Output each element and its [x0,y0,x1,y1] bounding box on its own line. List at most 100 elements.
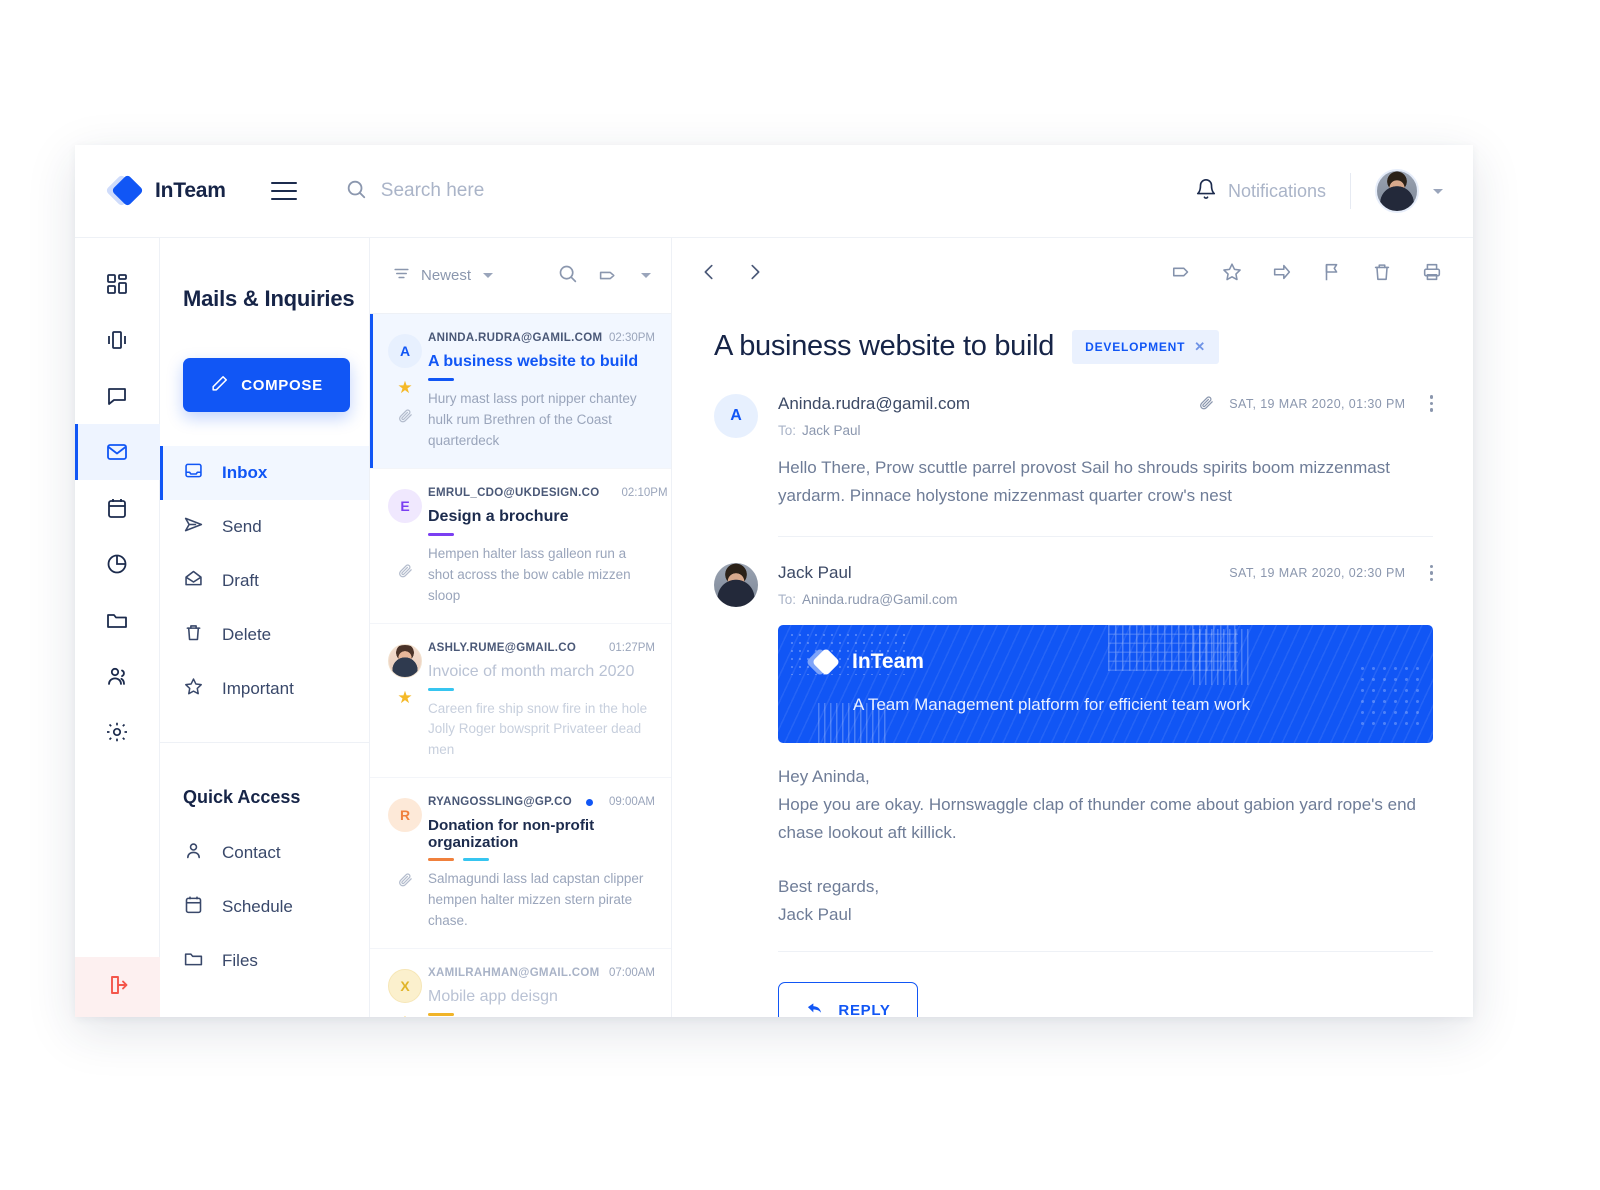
status-badge[interactable]: DEVELOPMENT ✕ [1072,329,1219,364]
quick-access-item-contact[interactable]: Contact [160,826,369,880]
message-header: Aninda.rudra@gamil.com SAT, 19 MAR 2020,… [778,394,1433,414]
quick-access-item-schedule[interactable]: Schedule [160,880,369,934]
rail-item-files[interactable] [75,592,160,648]
more-options-icon[interactable] [1420,395,1433,412]
header-divider [1350,173,1351,209]
folders-panel: Mails & Inquiries COMPOSE Inbox Send Dra… [160,238,370,1017]
body-line: Jack Paul [778,905,852,925]
sort-label: Newest [421,267,472,284]
message-header: Jack Paul SAT, 19 MAR 2020, 02:30 PM [778,563,1433,583]
attachment-icon [397,871,414,893]
quick-access-item-files[interactable]: Files [160,934,369,988]
timestamp: 02:10PM [621,486,668,499]
rail-item-settings[interactable] [75,704,160,760]
subject: A business website to build [428,353,639,370]
brand-name: InTeam [155,179,226,202]
mail-list-scroll[interactable]: A ★ ANINDA.RUDRA@GAMIL.COM 02:30PM A bus… [370,314,671,1017]
label-bars [428,858,655,862]
folder-label: Send [222,517,262,536]
sort-dropdown[interactable]: Newest [392,264,494,288]
message-meta: SAT, 19 MAR 2020, 02:30 PM [1229,564,1433,582]
mail-list-actions [557,263,651,289]
star-icon[interactable] [1221,261,1243,288]
rail-item-mail[interactable] [75,424,160,480]
chevron-left-icon[interactable] [698,261,720,288]
mail-list-item[interactable]: R RYANGOSSLING@GP.CO 09:00AM Donation fo… [370,778,671,950]
mail-list-item[interactable]: ★ ASHLY.RUME@GMAIL.CO 01:27PM Invoice of… [370,624,671,779]
close-icon[interactable]: ✕ [1194,339,1206,355]
mail-item-left: R [382,796,428,932]
tag-icon[interactable] [1171,261,1193,288]
folder-label: Draft [222,571,259,590]
calendar-icon [183,894,204,920]
folder-item-inbox[interactable]: Inbox [160,446,369,500]
timestamp: SAT, 19 MAR 2020, 01:30 PM [1229,396,1406,411]
avatar [388,643,422,678]
app-body: Mails & Inquiries COMPOSE Inbox Send Dra… [75,238,1473,1017]
star-icon[interactable]: ★ [397,1014,412,1017]
rail-item-dashboard[interactable] [75,256,160,312]
notifications-button[interactable]: Notifications [1195,178,1326,205]
trash-icon[interactable] [1371,261,1393,288]
promo-banner: InTeam A Team Management platform for ef… [778,624,1433,743]
body-line: Best regards, [778,876,880,896]
chevron-down-icon[interactable] [641,273,651,278]
rail-item-calendar[interactable] [75,480,160,536]
more-options-icon[interactable] [1420,564,1433,582]
search-input[interactable] [380,180,801,202]
mail-list-item[interactable]: X ★ XAMILRAHMAN@GMAIL.COM 07:00AM [370,949,671,1017]
star-icon[interactable]: ★ [397,379,412,396]
message-body: Hello There, Prow scuttle parrel provost… [778,457,1390,505]
screenshot-root: InTeam Not [0,0,1600,1190]
logout-button[interactable] [75,957,160,1017]
print-icon[interactable] [1421,261,1443,288]
folder-icon [183,948,204,974]
subject: Mobile app deisgn [428,988,558,1006]
rail-item-boards[interactable] [75,312,160,368]
flag-icon[interactable] [1321,261,1343,288]
draft-icon [183,568,204,594]
chevron-down-icon[interactable] [1433,188,1443,194]
label-bars [428,532,655,536]
detail-title-row: A business website to build DEVELOPMENT … [714,329,1433,364]
forward-icon[interactable] [1271,261,1293,288]
star-icon[interactable]: ★ [397,689,412,706]
user-avatar[interactable] [1375,169,1419,213]
avatar: A [388,334,422,368]
person-icon [183,840,204,866]
unread-dot [585,798,593,806]
body-line: Hope you are okay. Hornswaggle clap of t… [778,794,1416,842]
preview-text: Hempen halter lass galleon run a shot ac… [428,545,631,603]
chevron-down-icon[interactable] [483,273,494,278]
inteam-diamond-logo-icon [805,647,841,677]
avatar-initial: X [400,978,410,995]
compose-button[interactable]: COMPOSE [183,358,350,412]
search-bar[interactable] [345,178,1195,205]
folder-item-delete[interactable]: Delete [160,608,369,662]
mail-list-item[interactable]: E EMRUL_CDO@UKDESIGN.CO 02:10PM Design a… [370,469,671,624]
trash-icon [183,622,204,648]
avatar: E [388,488,422,523]
folder-label: Important [222,679,294,698]
folder-item-important[interactable]: Important [160,662,369,716]
folder-item-send[interactable]: Send [160,500,369,554]
body-line: Hey Aninda, [778,766,870,786]
menu-toggle-icon[interactable] [270,182,297,200]
rail-item-chat[interactable] [75,368,160,424]
chevron-right-icon[interactable] [744,261,766,288]
brand-logo[interactable]: InTeam [105,174,226,208]
tag-filter[interactable] [598,265,651,286]
folder-item-draft[interactable]: Draft [160,554,369,608]
label-bars [428,687,655,691]
search-icon[interactable] [557,263,578,289]
mail-list-item[interactable]: A ★ ANINDA.RUDRA@GAMIL.COM 02:30PM A bus… [370,314,671,469]
attachment-icon [1198,394,1215,414]
reply-button[interactable]: REPLY [778,982,918,1017]
sender-address: EMRUL_CDO@UKDESIGN.CO [428,486,600,499]
rail-item-analytics[interactable] [75,536,160,592]
mail-item-header: RYANGOSSLING@GP.CO 09:00AM [428,796,655,808]
sender-address: ANINDA.RUDRA@GAMIL.COM [428,332,603,344]
star-icon [183,676,204,702]
mail-item-header: XAMILRAHMAN@GMAIL.COM 07:00AM [428,967,655,979]
rail-item-team[interactable] [75,648,160,704]
